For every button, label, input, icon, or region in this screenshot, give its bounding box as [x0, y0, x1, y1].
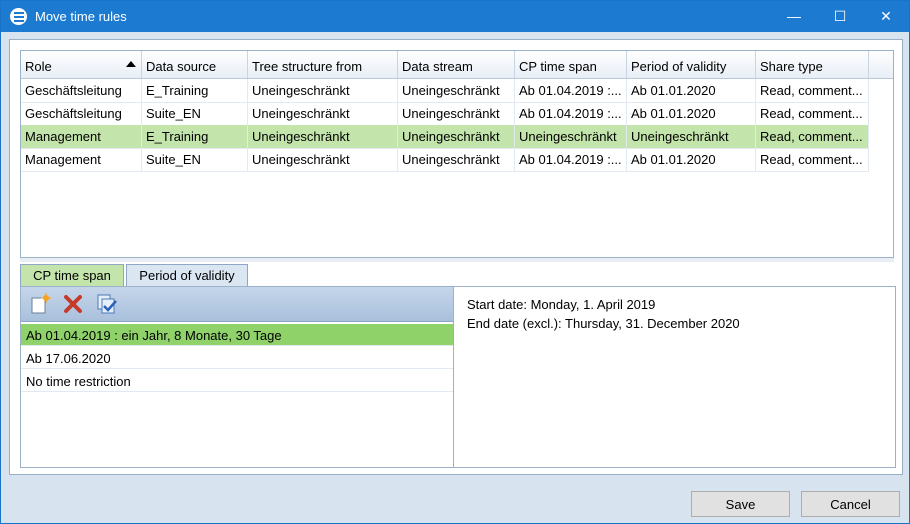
grid-header: Role Data source Tree structure from Dat… — [21, 51, 893, 79]
time-span-list-pane: Ab 01.04.2019 : ein Jahr, 8 Monate, 30 T… — [21, 287, 454, 467]
table-cell: Ab 01.01.2020 — [627, 79, 756, 102]
table-cell: Management — [21, 148, 142, 171]
delete-icon[interactable] — [62, 293, 84, 315]
table-row[interactable]: Geschäftsleitung E_Training Uneingeschränk… — [21, 79, 869, 103]
table-cell: Suite_EN — [142, 102, 248, 125]
table-cell: Geschäftsleitung — [21, 102, 142, 125]
start-date-text: Start date: Monday, 1. April 2019 — [467, 297, 656, 312]
apply-icon[interactable] — [96, 293, 118, 315]
time-span-panel: Ab 01.04.2019 : ein Jahr, 8 Monate, 30 T… — [20, 286, 896, 468]
table-cell: E_Training — [142, 79, 248, 102]
table-row[interactable]: Management E_Training Uneingeschränkt Unein… — [21, 125, 869, 149]
table-cell: Uneingeschränkt — [248, 102, 398, 125]
table-cell: Ab 01.04.2019 :... — [515, 148, 627, 171]
content-panel: Role Data source Tree structure from Dat… — [9, 39, 903, 475]
table-cell: Read, comment... — [756, 148, 869, 171]
table-cell: Uneingeschränkt — [248, 79, 398, 102]
time-span-toolbar — [21, 287, 453, 322]
table-cell: Uneingeschränkt — [398, 79, 515, 102]
column-header-tree-structure-from[interactable]: Tree structure from — [248, 51, 398, 78]
table-cell: Uneingeschränkt — [398, 102, 515, 125]
time-span-details: Start date: Monday, 1. April 2019 End da… — [457, 287, 893, 467]
tab-period-of-validity[interactable]: Period of validity — [126, 264, 248, 286]
new-item-icon[interactable] — [29, 293, 51, 315]
table-cell: Geschäftsleitung — [21, 79, 142, 102]
column-header-share-type[interactable]: Share type — [756, 51, 869, 78]
table-cell: Uneingeschränkt — [248, 125, 398, 148]
table-cell: Ab 01.04.2019 :... — [515, 102, 627, 125]
table-cell: Read, comment... — [756, 125, 869, 148]
save-button[interactable]: Save — [691, 491, 790, 517]
pane-splitter[interactable] — [20, 258, 894, 262]
app-icon — [10, 8, 27, 25]
table-row[interactable]: Management Suite_EN Uneingeschränkt Uneinge… — [21, 148, 869, 172]
table-cell: Management — [21, 125, 142, 148]
table-cell: Read, comment... — [756, 79, 869, 102]
maximize-button[interactable]: ☐ — [817, 1, 863, 32]
table-cell: Uneingeschränkt — [398, 148, 515, 171]
tab-cp-time-span[interactable]: CP time span — [20, 264, 124, 286]
move-time-rules-dialog: Move time rules — ☐ ✕ Role Data source T… — [0, 0, 910, 524]
sort-ascending-icon — [126, 61, 136, 67]
window-title: Move time rules — [35, 9, 127, 24]
table-cell: Uneingeschränkt — [627, 125, 756, 148]
title-bar: Move time rules — ☐ ✕ — [1, 1, 909, 32]
minimize-button[interactable]: — — [771, 1, 817, 32]
column-header-data-stream[interactable]: Data stream — [398, 51, 515, 78]
table-cell: Uneingeschränkt — [398, 125, 515, 148]
column-header-cp-time-span[interactable]: CP time span — [515, 51, 627, 78]
column-header-role[interactable]: Role — [21, 51, 142, 78]
table-cell: Uneingeschränkt — [515, 125, 627, 148]
list-item[interactable]: Ab 17.06.2020 — [21, 347, 453, 369]
table-cell: Ab 01.01.2020 — [627, 102, 756, 125]
table-cell: Read, comment... — [756, 102, 869, 125]
table-cell: Ab 01.04.2019 :... — [515, 79, 627, 102]
table-cell: E_Training — [142, 125, 248, 148]
list-item[interactable]: No time restriction — [21, 370, 453, 392]
column-header-period-of-validity[interactable]: Period of validity — [627, 51, 756, 78]
end-date-text: End date (excl.): Thursday, 31. December… — [467, 316, 740, 331]
list-item[interactable]: Ab 01.04.2019 : ein Jahr, 8 Monate, 30 T… — [21, 324, 453, 346]
column-header-data-source[interactable]: Data source — [142, 51, 248, 78]
cancel-button[interactable]: Cancel — [801, 491, 900, 517]
table-cell: Uneingeschränkt — [248, 148, 398, 171]
table-cell: Ab 01.01.2020 — [627, 148, 756, 171]
rules-grid: Role Data source Tree structure from Dat… — [20, 50, 894, 258]
table-row[interactable]: Geschäftsleitung Suite_EN Uneingeschränkt U… — [21, 102, 869, 126]
close-button[interactable]: ✕ — [863, 1, 909, 32]
table-cell: Suite_EN — [142, 148, 248, 171]
